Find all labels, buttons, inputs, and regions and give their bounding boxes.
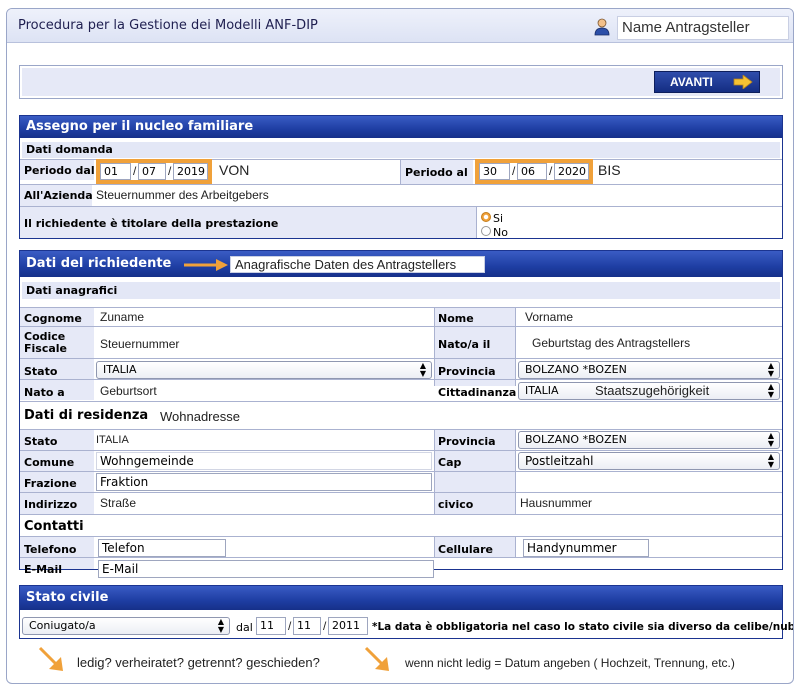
updown-chevron-icon: ▲ ▼ — [767, 361, 774, 378]
periodo-dal-label: Periodo dal — [24, 164, 95, 177]
provincia-select[interactable]: BOLZANO *BOZEN ▲ ▼ — [518, 361, 780, 379]
nato-il-label: Nato/a il — [438, 338, 491, 351]
nato-a-label: Nato a — [24, 386, 65, 399]
res-provincia-select[interactable]: BOLZANO *BOZEN ▲ ▼ — [518, 431, 780, 449]
updown-chevron-icon: ▲ ▼ — [767, 431, 774, 448]
email-input[interactable]: E-Mail — [98, 560, 434, 578]
residenza-header: Dati di residenza — [24, 408, 149, 423]
nome-label: Nome — [438, 312, 474, 325]
nome-input[interactable]: Vorname — [525, 310, 573, 324]
assegno-section: Assegno per il nucleo familiare Dati dom… — [19, 115, 783, 239]
res-provincia-select-value: BOLZANO *BOZEN — [525, 433, 627, 446]
cittadinanza-annotation: Staatszugehörigkeit — [595, 383, 710, 398]
stato-civile-select[interactable]: Coniugato/a ▲ ▼ — [22, 617, 230, 635]
periodo-al-month-input[interactable]: 06 — [517, 163, 547, 180]
stato-civile-section-title: Stato civile — [20, 586, 782, 610]
civico-label: civico — [438, 498, 474, 511]
cap-label: Cap — [438, 456, 462, 469]
res-provincia-label: Provincia — [438, 435, 496, 448]
arrow-down-right-icon — [364, 646, 389, 671]
arrow-right-annotation-icon — [184, 259, 228, 271]
navigation-bar: AVANTI — [19, 65, 783, 99]
richiedente-section: Dati del richiedente Anagrafische Daten … — [19, 250, 783, 578]
titolare-label: Il richiedente è titolare della prestazi… — [24, 217, 279, 230]
avanti-label: AVANTI — [670, 75, 713, 89]
cognome-input[interactable]: Zuname — [100, 310, 144, 324]
stato-civile-month-input[interactable]: 11 — [293, 617, 321, 635]
periodo-al-day-input[interactable]: 30 — [479, 163, 510, 180]
stato-civile-hint-left: ledig? verheiratet? getrennt? geschieden… — [77, 655, 320, 670]
cap-select-value: Postleitzahl — [525, 454, 594, 468]
stato-civile-year-input[interactable]: 2011 — [328, 617, 368, 635]
von-annotation: VON — [219, 162, 250, 178]
indirizzo-input[interactable]: Straße — [100, 496, 136, 510]
anagrafica-annotation: Anagrafische Daten des Antragstellers — [230, 256, 485, 273]
nato-il-input[interactable]: Geburtstag des Antragstellers — [532, 336, 690, 350]
stato-select[interactable]: ITALIA ▲ ▼ — [96, 361, 432, 379]
residenza-annotation: Wohnadresse — [160, 409, 240, 424]
user-icon — [594, 18, 610, 36]
app-window: Procedura per la Gestione dei Modelli AN… — [6, 8, 794, 684]
periodo-al-label: Periodo al — [405, 166, 468, 179]
indirizzo-label: Indirizzo — [24, 498, 78, 511]
cap-select[interactable]: Postleitzahl ▲ ▼ — [518, 452, 780, 470]
cittadinanza-label: Cittadinanza — [438, 386, 517, 399]
cittadinanza-select[interactable]: ITALIA Staatszugehörigkeit ▲ ▼ — [518, 382, 780, 400]
avanti-button[interactable]: AVANTI — [654, 71, 760, 93]
navigation-bar-inner: AVANTI — [22, 68, 780, 96]
cittadinanza-select-value: ITALIA — [525, 384, 559, 397]
stato-label: Stato — [24, 365, 58, 378]
updown-chevron-icon: ▲ ▼ — [767, 452, 774, 469]
provincia-select-value: BOLZANO *BOZEN — [525, 363, 627, 376]
stato-civile-note: *La data è obbligatoria nel caso lo stat… — [372, 621, 794, 633]
email-label: E-Mail — [24, 563, 62, 576]
updown-chevron-icon: ▲ ▼ — [419, 361, 426, 378]
frazione-label: Frazione — [24, 477, 77, 490]
cellulare-input[interactable]: Handynummer — [523, 539, 649, 557]
page-title: Procedura per la Gestione dei Modelli AN… — [18, 18, 318, 33]
provincia-label: Provincia — [438, 365, 496, 378]
periodo-dal-year-input[interactable]: 2019 — [173, 163, 208, 180]
assegno-section-title: Assegno per il nucleo familiare — [20, 116, 782, 138]
stato-civile-dal-label: dal — [236, 621, 253, 634]
titolare-si-radio[interactable] — [481, 212, 491, 222]
updown-chevron-icon: ▲ ▼ — [217, 617, 224, 634]
telefono-input[interactable]: Telefon — [98, 539, 226, 557]
stato-select-value: ITALIA — [103, 363, 137, 376]
title-bar: Procedura per la Gestione dei Modelli AN… — [7, 9, 793, 43]
arrow-down-right-icon — [38, 646, 63, 671]
stato-civile-section: Stato civile Coniugato/a ▲ ▼ dal 11 / 11 … — [19, 585, 793, 639]
comune-input[interactable]: Wohngemeinde — [96, 452, 432, 470]
stato-civile-hint-right: wenn nicht ledig = Datum angeben ( Hochz… — [405, 656, 735, 670]
user-name: Name Antragsteller — [617, 16, 789, 40]
contatti-header: Contatti — [24, 519, 84, 534]
nato-a-input[interactable]: Geburtsort — [100, 384, 157, 398]
stato-civile-day-input[interactable]: 11 — [256, 617, 286, 635]
codice-fiscale-input[interactable]: Steuernummer — [100, 337, 179, 351]
res-stato-label: Stato — [24, 435, 58, 448]
comune-label: Comune — [24, 456, 75, 469]
res-stato-value: ITALIA — [96, 434, 129, 446]
civico-input[interactable]: Hausnummer — [520, 496, 592, 510]
periodo-al-year-input[interactable]: 2020 — [554, 163, 589, 180]
frazione-input[interactable]: Fraktion — [96, 473, 432, 491]
cellulare-label: Cellulare — [438, 543, 493, 556]
cognome-label: Cognome — [24, 312, 82, 325]
stato-civile-select-value: Coniugato/a — [29, 619, 96, 632]
updown-chevron-icon: ▲ ▼ — [767, 382, 774, 399]
dati-domanda-header: Dati domanda — [22, 142, 780, 158]
periodo-dal-day-input[interactable]: 01 — [100, 163, 131, 180]
titolare-no-radio[interactable] — [481, 226, 491, 236]
arrow-right-icon — [733, 75, 753, 89]
telefono-label: Telefono — [24, 543, 77, 556]
titolare-no-label: No — [493, 226, 508, 239]
azienda-input[interactable]: Steuernummer des Arbeitgebers — [96, 188, 269, 202]
codice-fiscale-label: Codice Fiscale — [24, 330, 68, 355]
azienda-label: All'Azienda — [24, 189, 93, 202]
dati-anagrafici-header: Dati anagrafici — [22, 282, 780, 299]
titolare-si-label: Si — [493, 212, 504, 225]
periodo-dal-month-input[interactable]: 07 — [138, 163, 166, 180]
bis-annotation: BIS — [598, 162, 621, 178]
